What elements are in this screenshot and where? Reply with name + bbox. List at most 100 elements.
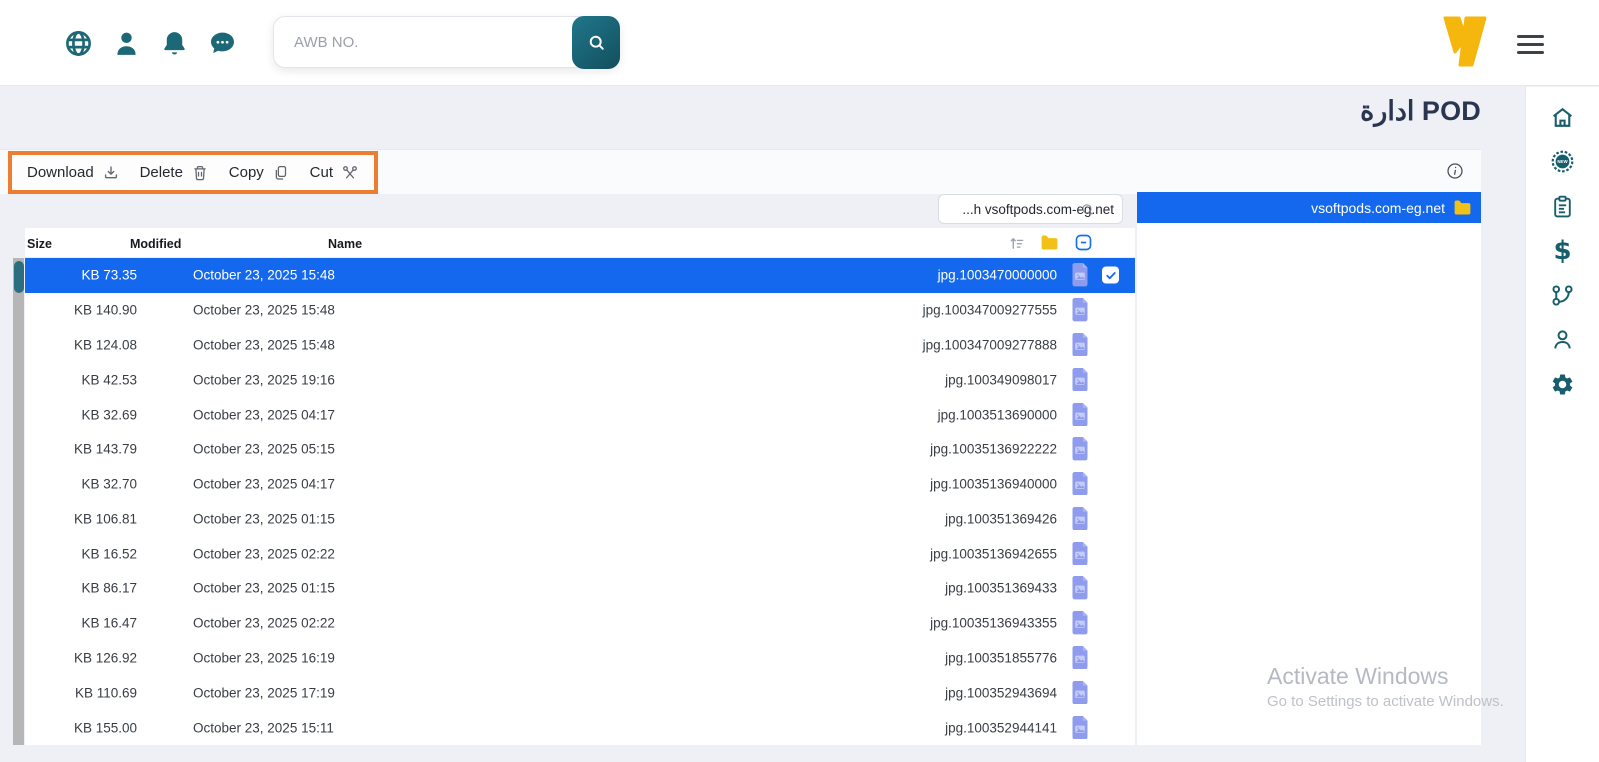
table-row[interactable]: KB 126.92 October 23, 2025 16:19 jpg.100… — [25, 641, 1135, 676]
awb-search-input[interactable] — [274, 17, 566, 67]
menu-icon[interactable] — [1517, 35, 1544, 54]
file-image-icon — [1070, 472, 1090, 496]
download-icon — [102, 164, 120, 182]
right-sidebar: NEW $ — [1525, 87, 1599, 762]
sidebar-item-settings[interactable] — [1526, 362, 1599, 407]
copy-label: Copy — [228, 164, 264, 181]
table-row[interactable]: KB 140.90 October 23, 2025 15:48 jpg.100… — [25, 293, 1135, 328]
cut-button[interactable]: Cut — [310, 164, 359, 182]
sidebar-item-new[interactable]: NEW — [1526, 140, 1599, 185]
path-search-box — [938, 194, 1123, 224]
table-row[interactable]: KB 143.79 October 23, 2025 05:15 jpg.100… — [25, 432, 1135, 467]
row-name: jpg.10035136922222 — [930, 441, 1057, 457]
file-table: Size Modified Name KB 73.35 October 23, … — [25, 228, 1135, 745]
table-scrollbar[interactable] — [13, 258, 24, 745]
globe-icon[interactable] — [64, 29, 93, 58]
table-row[interactable]: KB 155.00 October 23, 2025 15:11 jpg.100… — [25, 710, 1135, 745]
sidebar-item-reports[interactable] — [1526, 184, 1599, 229]
row-name: jpg.100347009277888 — [922, 337, 1057, 353]
column-header-name[interactable]: Name — [328, 237, 362, 251]
file-image-icon — [1070, 402, 1090, 427]
home-icon — [1550, 105, 1575, 130]
info-icon[interactable] — [1446, 162, 1464, 180]
row-modified: October 23, 2025 15:48 — [193, 337, 335, 353]
row-size: KB 126.92 — [73, 650, 137, 666]
column-header-size[interactable]: Size — [27, 237, 52, 251]
row-size: KB 86.17 — [81, 580, 137, 596]
table-row[interactable]: KB 42.53 October 23, 2025 19:16 jpg.1003… — [25, 362, 1135, 397]
row-modified: October 23, 2025 04:17 — [193, 476, 335, 492]
v-logo — [1437, 14, 1495, 70]
row-modified: October 23, 2025 05:15 — [193, 441, 335, 457]
sidebar-item-billing[interactable]: $ — [1526, 229, 1599, 274]
awb-search-box — [273, 16, 620, 69]
delete-button[interactable]: Delete — [140, 164, 209, 182]
row-modified: October 23, 2025 02:22 — [193, 615, 335, 631]
top-bar — [0, 0, 1599, 86]
trash-icon — [191, 164, 209, 182]
search-button[interactable] — [572, 16, 620, 69]
collapse-icon[interactable] — [1073, 232, 1094, 253]
bell-icon[interactable] — [160, 29, 189, 58]
table-row[interactable]: KB 124.08 October 23, 2025 15:48 jpg.100… — [25, 328, 1135, 363]
new-folder-icon[interactable] — [1039, 232, 1060, 253]
chat-icon[interactable] — [208, 29, 237, 58]
folder-icon — [1452, 197, 1473, 218]
cut-label: Cut — [309, 164, 333, 181]
page-title: ادارة POD — [1360, 96, 1481, 126]
row-size: KB 32.70 — [81, 476, 137, 492]
table-row[interactable]: KB 86.17 October 23, 2025 01:15 jpg.1003… — [25, 571, 1135, 606]
row-name: jpg.100349098017 — [945, 372, 1057, 388]
copy-icon — [272, 164, 290, 182]
file-image-icon — [1070, 680, 1090, 705]
file-image-icon — [1070, 367, 1090, 392]
scrollbar-thumb[interactable] — [13, 261, 24, 293]
row-size: KB 16.47 — [81, 615, 137, 631]
row-checkbox[interactable] — [1102, 266, 1119, 284]
folder-tree-panel: vsoftpods.com-eg.net — [1137, 192, 1481, 745]
clipboard-icon — [1550, 194, 1575, 219]
column-header-modified[interactable]: Modified — [130, 237, 181, 251]
path-search-input[interactable] — [939, 195, 1122, 223]
download-label: Download — [27, 164, 94, 181]
row-size: KB 124.08 — [73, 337, 137, 353]
row-name: jpg.10035136940000 — [930, 476, 1057, 492]
row-name: jpg.1003513690000 — [937, 407, 1057, 423]
branch-icon — [1550, 283, 1575, 308]
row-size: KB 16.52 — [81, 546, 137, 562]
table-row[interactable]: KB 32.69 October 23, 2025 04:17 jpg.1003… — [25, 397, 1135, 432]
row-size: KB 42.53 — [81, 372, 137, 388]
sort-icon[interactable] — [1008, 234, 1026, 252]
sidebar-item-branches[interactable] — [1526, 273, 1599, 318]
table-row[interactable]: KB 110.69 October 23, 2025 17:19 jpg.100… — [25, 675, 1135, 710]
row-modified: October 23, 2025 01:15 — [193, 580, 335, 596]
row-name: jpg.100347009277555 — [922, 302, 1057, 318]
file-image-icon — [1070, 611, 1090, 635]
topbar-icon-group — [64, 0, 237, 86]
table-row[interactable]: KB 73.35 October 23, 2025 15:48 jpg.1003… — [25, 258, 1135, 293]
file-image-icon — [1070, 576, 1090, 600]
row-size: KB 143.79 — [73, 441, 137, 457]
row-name: jpg.10035136942655 — [930, 546, 1057, 562]
new-badge-icon: NEW — [1550, 149, 1575, 174]
scissors-icon — [341, 164, 359, 182]
row-name: jpg.100351369426 — [945, 511, 1057, 527]
row-modified: October 23, 2025 02:22 — [193, 546, 335, 562]
user-icon[interactable] — [112, 29, 141, 58]
row-modified: October 23, 2025 01:15 — [193, 511, 335, 527]
row-size: KB 110.69 — [74, 685, 137, 701]
table-row[interactable]: KB 16.52 October 23, 2025 02:22 jpg.1003… — [25, 536, 1135, 571]
file-image-icon — [1070, 298, 1090, 322]
search-icon — [587, 33, 606, 52]
row-name: jpg.100351369433 — [945, 580, 1057, 596]
download-button[interactable]: Download — [27, 164, 120, 182]
table-row[interactable]: KB 16.47 October 23, 2025 02:22 jpg.1003… — [25, 606, 1135, 641]
row-name: jpg.100352943694 — [945, 685, 1057, 701]
tree-item-root[interactable]: vsoftpods.com-eg.net — [1137, 192, 1481, 223]
settings-icon — [1550, 372, 1575, 397]
sidebar-item-profile[interactable] — [1526, 318, 1599, 363]
copy-button[interactable]: Copy — [229, 164, 290, 182]
table-row[interactable]: KB 32.70 October 23, 2025 04:17 jpg.1003… — [25, 467, 1135, 502]
table-row[interactable]: KB 106.81 October 23, 2025 01:15 jpg.100… — [25, 501, 1135, 536]
sidebar-item-home[interactable] — [1526, 95, 1599, 140]
